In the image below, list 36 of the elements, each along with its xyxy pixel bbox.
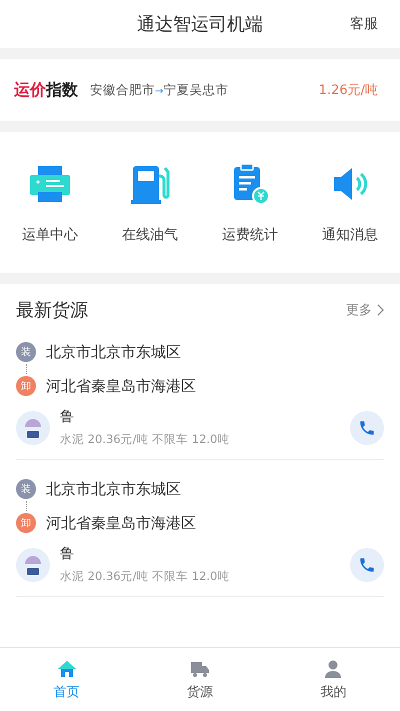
shipper-name: 鲁 xyxy=(60,545,75,563)
loading-address: 北京市北京市东城区 xyxy=(46,480,181,498)
customer-service-link[interactable]: 客服 xyxy=(350,15,378,33)
loading-address: 北京市北京市东城区 xyxy=(46,342,181,362)
cargo-card[interactable]: 装 北京市北京市东城区 卸 河北省秦皇岛市海港区 鲁 水泥 20.36元/吨 不限车 12.0吨 xyxy=(16,336,384,460)
tab-cargo[interactable]: 货源 xyxy=(160,658,240,700)
cargo-card[interactable]: 装 北京市北京市东城区 卸 河北省秦皇岛市海港区 鲁 水泥 20.36元/吨 不限车 12.0吨 xyxy=(16,473,384,597)
chevron-right-icon xyxy=(377,304,384,316)
unloading-address: 河北省秦皇岛市海港区 xyxy=(46,514,196,532)
price-text: 1.26元/吨 xyxy=(318,82,378,99)
unload-badge: 卸 xyxy=(16,513,36,533)
cargo-details: 水泥 20.36元/吨 不限车 12.0吨 xyxy=(60,569,230,584)
shipper-name: 鲁 xyxy=(60,408,75,426)
unload-badge: 卸 xyxy=(16,376,36,396)
phone-button[interactable] xyxy=(350,410,384,444)
load-badge: 装 xyxy=(16,479,36,499)
avatar-icon xyxy=(16,548,50,582)
more-link[interactable]: 更多 xyxy=(346,301,384,319)
load-badge: 装 xyxy=(16,342,36,362)
user-icon xyxy=(323,658,344,678)
cargo-details: 水泥 20.36元/吨 不限车 12.0吨 xyxy=(60,432,230,447)
shortcut-label[interactable]: 运费统计 xyxy=(222,226,278,244)
section-title: 最新货源 xyxy=(16,299,88,322)
avatar-icon xyxy=(16,410,50,444)
shortcut-label[interactable]: 运单中心 xyxy=(22,226,78,244)
phone-icon xyxy=(358,556,376,574)
app-title: 通达智运司机端 xyxy=(137,13,263,36)
shortcut-label[interactable]: 通知消息 xyxy=(322,226,378,244)
price-index-title: 运价指数 xyxy=(14,80,78,100)
shortcut-label[interactable]: 在线油气 xyxy=(122,226,178,244)
phone-icon xyxy=(358,418,376,436)
phone-button[interactable] xyxy=(350,548,384,582)
home-icon xyxy=(56,658,77,678)
tab-profile[interactable]: 我的 xyxy=(293,658,374,700)
unloading-address: 河北省秦皇岛市海港区 xyxy=(46,376,196,396)
route-text: 安徽合肥市→宁夏吴忠市 xyxy=(90,82,230,98)
